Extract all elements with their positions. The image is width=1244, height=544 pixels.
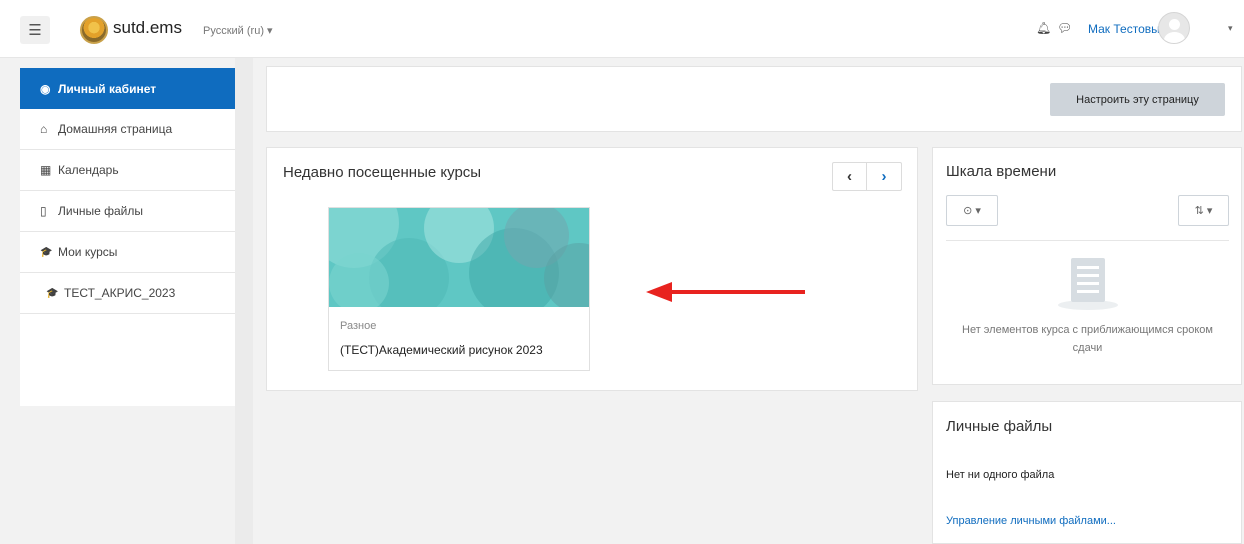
timeline-sort-button[interactable]: ⇅ ▾ xyxy=(1178,195,1229,226)
site-name[interactable]: sutd.ems xyxy=(113,18,182,38)
home-icon: ⌂ xyxy=(40,122,48,136)
course-name-link[interactable]: (ТЕСТ)Академический рисунок 2023 xyxy=(340,343,543,357)
graduation-cap-icon: 🎓 xyxy=(40,246,53,258)
calendar-icon: ▦ xyxy=(40,163,52,177)
site-logo[interactable] xyxy=(80,16,108,44)
graduation-cap-icon: 🎓 xyxy=(46,287,59,299)
bell-icon[interactable]: 🔔︎ xyxy=(1036,21,1051,35)
customize-page-button[interactable]: Настроить эту страницу xyxy=(1050,83,1225,116)
chevron-right-icon[interactable]: › xyxy=(867,163,901,190)
sidebar-item-label: Календарь xyxy=(58,163,119,177)
top-navbar: ☰ sutd.ems Русский (ru) ▾ 🔔︎ 💬︎ Мак Тест… xyxy=(0,0,1244,58)
timeline-title: Шкала времени xyxy=(946,163,1057,180)
sidebar-item-home[interactable]: ⌂ Домашняя страница xyxy=(20,109,236,150)
sidebar-divider xyxy=(235,58,253,544)
sidebar-item-calendar[interactable]: ▦ Календарь xyxy=(20,150,236,191)
sidebar-item-private-files[interactable]: ▯ Личные файлы xyxy=(20,191,236,232)
timeline-empty-text: Нет элементов курса с приближающимся сро… xyxy=(962,324,1213,354)
course-image[interactable] xyxy=(329,208,589,307)
sidebar-item-label: Личные файлы xyxy=(58,204,143,218)
chevron-left-icon[interactable]: ‹ xyxy=(833,163,868,190)
annotation-arrow-line xyxy=(668,290,805,294)
language-selector[interactable]: Русский (ru) ▾ xyxy=(203,24,273,37)
sidebar-item-dashboard[interactable]: ◉ Личный кабинет xyxy=(20,68,236,109)
hamburger-icon[interactable]: ☰ xyxy=(20,16,50,44)
sidebar-item-label: Мои курсы xyxy=(58,245,118,259)
recent-courses-pager: ‹ › xyxy=(832,162,902,191)
avatar[interactable] xyxy=(1158,12,1190,44)
timeline-filter-button[interactable]: ⊙ ▾ xyxy=(946,195,998,226)
dashboard-icon: ◉ xyxy=(40,81,51,96)
private-files-empty-text: Нет ни одного файла xyxy=(946,469,1055,481)
sidebar-item-my-courses[interactable]: 🎓 Мои курсы xyxy=(20,232,236,273)
chat-icon[interactable]: 💬︎ xyxy=(1057,21,1072,35)
manage-private-files-link[interactable]: Управление личными файлами... xyxy=(946,515,1116,527)
course-category: Разное xyxy=(340,320,377,332)
user-name[interactable]: Мак Тестовый xyxy=(1088,22,1166,36)
private-files-title: Личные файлы xyxy=(946,418,1053,435)
file-icon: ▯ xyxy=(40,204,47,218)
sidebar-item-label: Личный кабинет xyxy=(58,81,157,96)
list-icon xyxy=(1071,258,1105,302)
chevron-down-icon[interactable]: ▾ xyxy=(1228,23,1233,34)
sidebar-item-label: ТЕСТ_АКРИС_2023 xyxy=(64,286,176,300)
divider xyxy=(946,240,1229,241)
sidebar-item-label: Домашняя страница xyxy=(58,122,173,136)
sidebar: ◉ Личный кабинет ⌂ Домашняя страница ▦ К… xyxy=(20,68,236,406)
recent-courses-title: Недавно посещенные курсы xyxy=(283,164,482,181)
sidebar-item-course[interactable]: 🎓 ТЕСТ_АКРИС_2023 xyxy=(20,273,236,314)
